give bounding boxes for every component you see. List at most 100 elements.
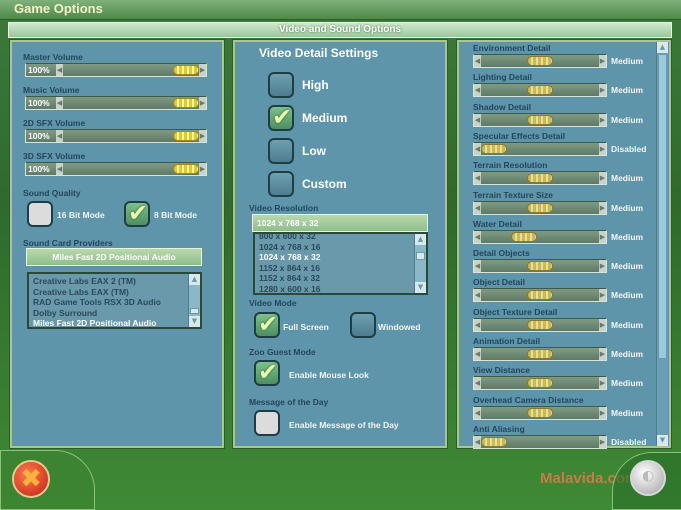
detail-slider[interactable]: ◀ ▶ <box>473 54 607 68</box>
slider-left-arrow-icon[interactable]: ◀ <box>56 64 63 76</box>
list-item[interactable]: Miles Fast 2D Positional Audio <box>29 318 200 327</box>
volume-slider[interactable]: 100% ◀ ▶ <box>25 63 207 77</box>
slider-knob[interactable] <box>527 378 553 389</box>
slider-knob[interactable] <box>173 164 199 174</box>
slider-right-arrow-icon[interactable]: ▶ <box>599 84 606 97</box>
scroll-thumb[interactable] <box>190 308 199 314</box>
slider-right-arrow-icon[interactable]: ▶ <box>599 142 606 155</box>
detail-scrollbar[interactable]: ▲ ▼ <box>656 42 668 446</box>
slider-left-arrow-icon[interactable]: ◀ <box>474 260 481 273</box>
slider-right-arrow-icon[interactable]: ▶ <box>599 113 606 126</box>
slider-knob[interactable] <box>527 56 553 66</box>
sound-card-dropdown[interactable]: Miles Fast 2D Positional Audio <box>26 248 202 266</box>
accept-button[interactable]: ◐ <box>630 460 666 496</box>
detail-slider[interactable]: ◀ ▶ <box>473 229 607 244</box>
slider-left-arrow-icon[interactable]: ◀ <box>474 113 481 126</box>
scroll-up-icon[interactable]: ▲ <box>189 274 200 285</box>
slider-right-arrow-icon[interactable]: ▶ <box>599 260 606 273</box>
slider-right-arrow-icon[interactable]: ▶ <box>599 201 606 214</box>
slider-right-arrow-icon[interactable]: ▶ <box>599 230 606 243</box>
slider-right-arrow-icon[interactable]: ▶ <box>199 130 206 142</box>
slider-knob[interactable] <box>527 202 553 213</box>
slider-knob[interactable] <box>527 85 553 96</box>
slider-left-arrow-icon[interactable]: ◀ <box>56 97 63 109</box>
preset-low-checkbox[interactable] <box>268 138 294 164</box>
list-item[interactable]: 1280 x 600 x 16 <box>255 284 426 294</box>
slider-right-arrow-icon[interactable]: ▶ <box>599 55 606 67</box>
sound-card-list[interactable]: Creative Labs EAX 2 (TM) Creative Labs EA… <box>27 272 202 329</box>
slider-knob[interactable] <box>527 407 553 418</box>
detail-slider[interactable]: ◀ ▶ <box>473 405 607 420</box>
slider-left-arrow-icon[interactable]: ◀ <box>474 377 481 390</box>
scroll-down-icon[interactable]: ▼ <box>415 282 426 293</box>
slider-knob[interactable] <box>527 114 553 125</box>
detail-slider[interactable]: ◀ ▶ <box>473 141 607 156</box>
slider-left-arrow-icon[interactable]: ◀ <box>474 84 481 97</box>
slider-right-arrow-icon[interactable]: ▶ <box>599 406 606 419</box>
slider-right-arrow-icon[interactable]: ▶ <box>599 172 606 185</box>
slider-knob[interactable] <box>173 131 199 141</box>
list-item[interactable]: 1152 x 864 x 32 <box>255 273 426 284</box>
list-item[interactable]: Creative Labs EAX (TM) <box>29 287 200 298</box>
scroll-down-icon[interactable]: ▼ <box>189 316 200 327</box>
slider-knob[interactable] <box>481 143 507 154</box>
slider-left-arrow-icon[interactable]: ◀ <box>474 406 481 419</box>
preset-medium-checkbox[interactable]: ✔ <box>268 103 294 131</box>
volume-slider[interactable]: 100% ◀ ▶ <box>25 96 207 110</box>
fullscreen-checkbox[interactable]: ✔ <box>254 310 280 338</box>
list-item[interactable]: Dolby Surround <box>29 308 200 319</box>
volume-slider[interactable]: 100% ◀ ▶ <box>25 162 207 176</box>
scroll-thumb[interactable] <box>658 54 667 359</box>
slider-left-arrow-icon[interactable]: ◀ <box>474 230 481 243</box>
motd-checkbox[interactable] <box>254 410 280 436</box>
scrollbar[interactable]: ▲ ▼ <box>188 274 200 327</box>
slider-left-arrow-icon[interactable]: ◀ <box>474 318 481 331</box>
cancel-button[interactable]: ✖ <box>12 460 50 498</box>
slider-knob[interactable] <box>527 319 553 330</box>
detail-slider[interactable]: ◀ ▶ <box>473 200 607 215</box>
slider-left-arrow-icon[interactable]: ◀ <box>474 201 481 214</box>
detail-slider[interactable]: ◀ ▶ <box>473 259 607 274</box>
list-item[interactable]: 1024 x 768 x 16 <box>255 242 426 253</box>
slider-knob[interactable] <box>511 231 538 242</box>
slider-left-arrow-icon[interactable]: ◀ <box>474 142 481 155</box>
slider-right-arrow-icon[interactable]: ▶ <box>599 348 606 360</box>
slider-knob[interactable] <box>527 173 553 184</box>
resolution-dropdown[interactable]: 1024 x 768 x 32 <box>252 214 428 232</box>
list-item[interactable]: 1152 x 864 x 16 <box>255 263 426 274</box>
slider-right-arrow-icon[interactable]: ▶ <box>599 377 606 390</box>
scroll-thumb[interactable] <box>416 252 425 260</box>
slider-left-arrow-icon[interactable]: ◀ <box>474 348 481 360</box>
slider-knob[interactable] <box>527 349 553 359</box>
detail-slider[interactable]: ◀ ▶ <box>473 347 607 361</box>
16-bit-checkbox[interactable] <box>27 201 53 227</box>
slider-knob[interactable] <box>527 261 553 272</box>
preset-high-checkbox[interactable] <box>268 72 294 98</box>
list-item[interactable]: 1024 x 768 x 32 <box>255 252 426 263</box>
scroll-up-icon[interactable]: ▲ <box>415 234 426 245</box>
slider-right-arrow-icon[interactable]: ▶ <box>599 435 606 448</box>
mouse-look-checkbox[interactable]: ✔ <box>254 358 280 386</box>
slider-knob[interactable] <box>173 98 199 108</box>
slider-left-arrow-icon[interactable]: ◀ <box>474 172 481 185</box>
detail-slider[interactable]: ◀ ▶ <box>473 288 607 303</box>
scroll-up-icon[interactable]: ▲ <box>657 42 668 53</box>
slider-right-arrow-icon[interactable]: ▶ <box>199 64 206 76</box>
detail-slider[interactable]: ◀ ▶ <box>473 171 607 186</box>
slider-knob[interactable] <box>481 436 507 447</box>
list-item[interactable]: RAD Game Tools RSX 3D Audio <box>29 297 200 308</box>
slider-left-arrow-icon[interactable]: ◀ <box>56 163 63 175</box>
list-item[interactable]: Creative Labs EAX 2 (TM) <box>29 276 200 287</box>
slider-left-arrow-icon[interactable]: ◀ <box>56 130 63 142</box>
detail-slider[interactable]: ◀ ▶ <box>473 112 607 127</box>
scrollbar[interactable]: ▲ ▼ <box>414 234 426 293</box>
list-item[interactable]: 800 x 600 x 32 <box>255 234 426 242</box>
slider-right-arrow-icon[interactable]: ▶ <box>599 318 606 331</box>
volume-slider[interactable]: 100% ◀ ▶ <box>25 129 207 143</box>
detail-slider[interactable]: ◀ ▶ <box>473 317 607 332</box>
resolution-list[interactable]: 800 x 600 x 32 1024 x 768 x 16 1024 x 768 … <box>253 232 428 295</box>
windowed-checkbox[interactable] <box>350 312 376 338</box>
slider-left-arrow-icon[interactable]: ◀ <box>474 55 481 67</box>
detail-slider[interactable]: ◀ ▶ <box>473 376 607 391</box>
slider-knob[interactable] <box>527 290 553 301</box>
